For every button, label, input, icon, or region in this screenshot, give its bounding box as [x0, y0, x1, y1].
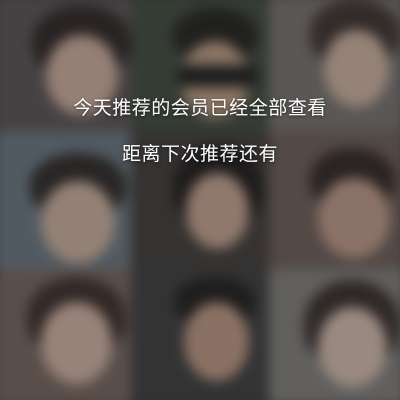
recommendation-screen: 今天推荐的会员已经全部查看 距离下次推荐还有: [0, 0, 400, 400]
dim-overlay: [0, 0, 400, 400]
all-viewed-message: 今天推荐的会员已经全部查看: [73, 97, 327, 119]
next-recommendation-countdown-label: 距离下次推荐还有: [121, 143, 278, 165]
